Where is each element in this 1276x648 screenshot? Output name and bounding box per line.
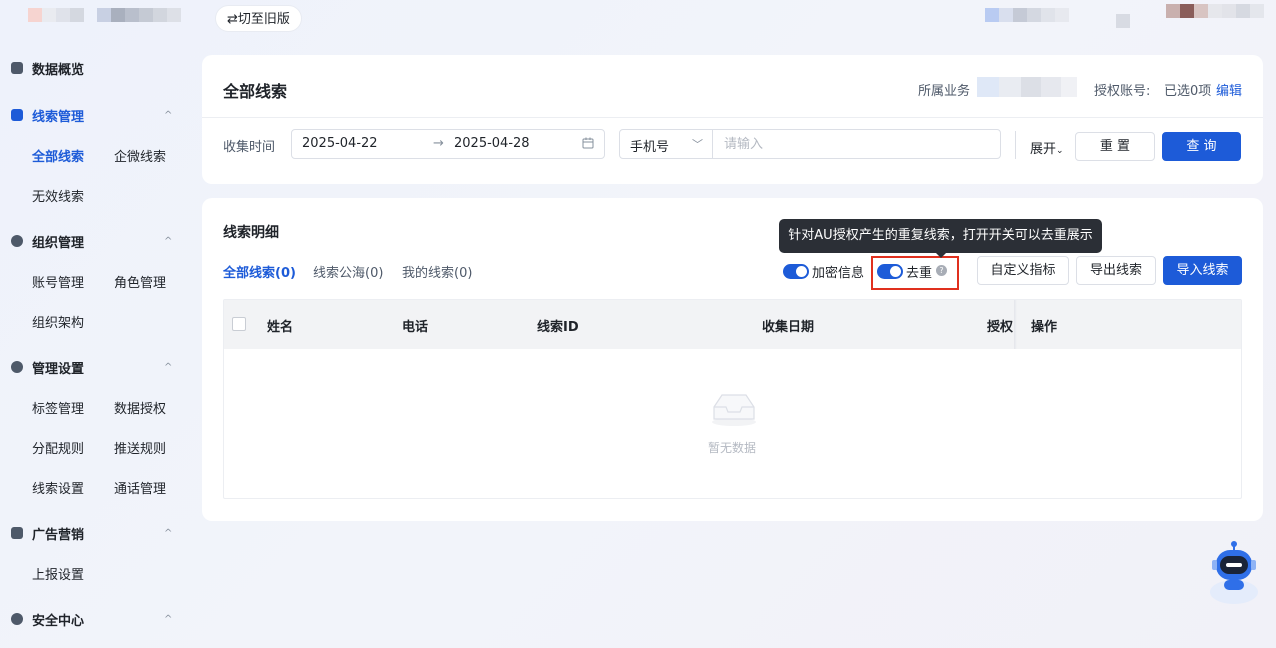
date-end[interactable]: 2025-04-28 — [454, 136, 530, 151]
calendar-icon — [582, 137, 594, 149]
query-button[interactable]: 查 询 — [1162, 132, 1241, 161]
sidebar-group-security[interactable]: 安全中心 ^ — [0, 607, 190, 631]
business-select[interactable] — [977, 77, 1077, 97]
expand-toggle[interactable]: 展开⌄ — [1030, 138, 1064, 157]
date-range-picker[interactable]: 2025-04-22 → 2025-04-28 — [291, 129, 605, 159]
page-title: 全部线索 — [223, 82, 288, 101]
chevron-up-icon: ^ — [164, 527, 173, 539]
tab-lead-pool[interactable]: 线索公海(0) — [313, 262, 383, 281]
sidebar-group-org[interactable]: 组织管理 ^ — [0, 229, 190, 253]
sidebar-group-overview[interactable]: 数据概览 — [0, 56, 190, 80]
switch-old-version-button[interactable]: ⇄切至旧版 — [215, 5, 302, 32]
sidebar-item-data-auth[interactable]: 数据授权 — [114, 398, 166, 417]
chevron-up-icon: ^ — [164, 235, 173, 247]
chevron-down-icon: ﹀ — [692, 138, 703, 151]
logo-mosaic — [28, 8, 84, 22]
chevron-up-icon: ^ — [164, 361, 173, 373]
tab-all-leads[interactable]: 全部线索(0) — [223, 262, 296, 281]
sidebar-item-org-structure[interactable]: 组织架构 — [32, 312, 84, 331]
business-label: 所属业务 — [918, 84, 971, 99]
account-value: 已选0项 — [1164, 84, 1212, 99]
export-leads-button[interactable]: 导出线索 — [1076, 256, 1156, 285]
sidebar-group-label: 安全中心 — [32, 613, 85, 629]
shield-icon — [11, 613, 23, 625]
sidebar-group-leads[interactable]: 线索管理 ^ — [0, 103, 190, 127]
column-header-auth[interactable]: 授权 — [987, 316, 1014, 335]
detail-card: 线索明细 全部线索(0) 线索公海(0) 我的线索(0) 加密信息 去重 ? 自… — [202, 198, 1263, 521]
divider — [1015, 131, 1016, 159]
import-leads-button[interactable]: 导入线索 — [1163, 256, 1242, 285]
column-header-lead-id[interactable]: 线索ID — [537, 316, 579, 335]
sidebar-group-label: 数据概览 — [32, 62, 85, 78]
sidebar-item-wecom-leads[interactable]: 企微线索 — [114, 146, 166, 165]
column-header-name[interactable]: 姓名 — [267, 316, 293, 335]
sidebar-item-push-rules[interactable]: 推送规则 — [114, 438, 166, 457]
users-icon — [11, 235, 23, 247]
chevron-up-icon: ^ — [164, 613, 173, 625]
expand-label: 展开 — [1030, 142, 1057, 157]
table-header: 姓名 电话 线索ID 收集日期 授权 操作 — [224, 300, 1241, 349]
sidebar-item-report-settings[interactable]: 上报设置 — [32, 564, 84, 583]
sidebar-group-settings[interactable]: 管理设置 ^ — [0, 355, 190, 379]
sidebar-item-call-management[interactable]: 通话管理 — [114, 478, 166, 497]
empty-state-text: 暂无数据 — [708, 441, 757, 455]
field-select[interactable]: 手机号 ﹀ — [620, 130, 713, 158]
sidebar-item-roles[interactable]: 角色管理 — [114, 272, 166, 291]
sidebar-item-accounts[interactable]: 账号管理 — [32, 272, 84, 291]
sidebar-item-assign-rules[interactable]: 分配规则 — [32, 438, 84, 457]
divider — [202, 117, 1263, 118]
leads-icon — [11, 109, 23, 121]
sidebar-item-all-leads[interactable]: 全部线索 — [32, 146, 84, 165]
ad-icon — [11, 527, 23, 539]
account-mosaic — [985, 8, 1069, 22]
search-field-group: 手机号 ﹀ — [619, 129, 1001, 159]
sidebar-item-invalid-leads[interactable]: 无效线索 — [32, 186, 84, 205]
gear-icon — [11, 361, 23, 373]
arrow-right-icon: → — [433, 136, 444, 151]
time-label: 收集时间 — [223, 140, 276, 155]
badge-mosaic — [1116, 14, 1130, 28]
search-input[interactable] — [714, 130, 1000, 158]
reset-button[interactable]: 重 置 — [1075, 132, 1155, 161]
assistant-robot-icon[interactable] — [1208, 540, 1260, 604]
encrypt-toggle[interactable] — [783, 264, 809, 279]
column-header-phone[interactable]: 电话 — [402, 316, 428, 335]
filter-card: 全部线索 所属业务 授权账号: 已选0项 编辑 收集时间 2025-04-22 … — [202, 55, 1263, 184]
sidebar-item-lead-settings[interactable]: 线索设置 — [32, 478, 84, 497]
dedupe-tooltip: 针对AU授权产生的重复线索，打开开关可以去重展示 — [779, 219, 1102, 258]
sidebar-group-label: 管理设置 — [32, 361, 85, 377]
sidebar-group-label: 广告营销 — [32, 527, 85, 543]
brand-mosaic — [97, 8, 181, 22]
account-label: 授权账号: — [1094, 84, 1151, 99]
chart-icon — [11, 62, 23, 74]
chevron-up-icon: ^ — [164, 109, 173, 121]
column-header-collect-date[interactable]: 收集日期 — [762, 316, 814, 335]
sidebar-group-ads[interactable]: 广告营销 ^ — [0, 521, 190, 545]
encrypt-label: 加密信息 — [812, 266, 865, 281]
double-chevron-down-icon: ⌄ — [1056, 146, 1064, 156]
section-title: 线索明细 — [223, 225, 279, 241]
edit-link[interactable]: 编辑 — [1216, 80, 1242, 99]
fixed-column-shadow — [1014, 300, 1017, 349]
column-header-actions: 操作 — [1031, 320, 1058, 335]
select-all-checkbox[interactable] — [232, 317, 246, 331]
empty-inbox-icon — [712, 394, 756, 426]
date-start[interactable]: 2025-04-22 — [302, 136, 378, 151]
field-select-value: 手机号 — [630, 140, 670, 155]
avatar[interactable] — [1166, 4, 1264, 18]
tab-my-leads[interactable]: 我的线索(0) — [402, 262, 472, 281]
sidebar-group-label: 组织管理 — [32, 235, 85, 251]
leads-table: 姓名 电话 线索ID 收集日期 授权 操作 暂无数据 — [223, 299, 1242, 499]
sidebar-group-label: 线索管理 — [32, 109, 85, 125]
top-bar: ⇄切至旧版 — [0, 0, 1276, 40]
custom-metrics-button[interactable]: 自定义指标 — [977, 256, 1069, 285]
sidebar-item-tags[interactable]: 标签管理 — [32, 398, 84, 417]
highlight-box — [871, 256, 959, 290]
